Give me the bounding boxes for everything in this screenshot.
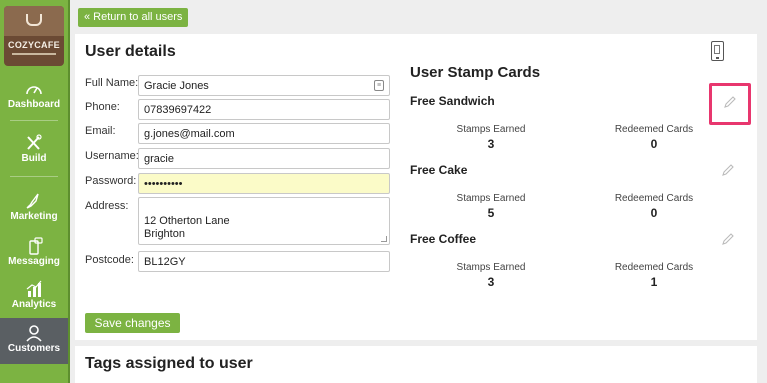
stamps-earned-value: 5	[487, 206, 495, 220]
redeemed-cards-label: Redeemed Cards	[614, 193, 694, 204]
sidebar-item-label: Build	[21, 153, 47, 164]
pencil-icon[interactable]	[720, 162, 736, 178]
cozycafe-logo[interactable]: COZYCAFE	[4, 6, 64, 66]
stamps-earned-label: Stamps Earned	[456, 262, 526, 273]
redeemed-cards-value: 0	[650, 206, 658, 220]
user-details-title: User details	[85, 43, 176, 60]
resize-handle[interactable]	[381, 236, 387, 242]
coffee-cup-icon	[26, 14, 42, 26]
stamps-earned-value: 3	[487, 275, 495, 289]
logo-text: COZYCAFE	[8, 40, 60, 50]
return-to-users-button[interactable]: « Return to all users	[78, 8, 189, 27]
phone-input[interactable]: 07839697422	[138, 99, 390, 120]
sidebar-item-build[interactable]: Build	[0, 134, 68, 164]
address-textarea[interactable]: 12 Otherton Lane Brighton	[138, 197, 390, 245]
password-label: Password:	[85, 175, 137, 187]
stamps-earned-label: Stamps Earned	[456, 124, 526, 135]
gauge-icon	[26, 86, 42, 95]
pencil-icon[interactable]	[720, 231, 736, 247]
email-input[interactable]: g.jones@mail.com	[138, 123, 390, 144]
address-label: Address:	[85, 200, 129, 212]
address-value: 12 Otherton Lane Brighton	[144, 215, 230, 240]
mobile-preview-icon[interactable]	[711, 41, 724, 61]
card-name: Free Coffee	[410, 232, 477, 246]
user-icon	[26, 325, 42, 342]
postcode-label: Postcode:	[85, 254, 134, 266]
postcode-input[interactable]: BL12GY	[138, 251, 390, 272]
stamp-cards-title: User Stamp Cards	[410, 64, 541, 81]
redeemed-cards-label: Redeemed Cards	[614, 262, 694, 273]
chart-icon	[26, 280, 42, 297]
sidebar: COZYCAFE Dashboard Build Marketing Messa…	[0, 0, 68, 383]
sidebar-item-customers[interactable]: Customers	[0, 318, 68, 364]
sidebar-item-label: Marketing	[10, 211, 58, 222]
full-name-value: Gracie Jones	[144, 80, 209, 92]
password-input[interactable]: ••••••••••	[138, 173, 390, 194]
save-changes-button[interactable]: Save changes	[85, 313, 180, 333]
pencil-icon[interactable]	[722, 94, 738, 110]
full-name-input[interactable]: Gracie Jones ≡	[138, 75, 390, 96]
sidebar-item-label: Dashboard	[7, 99, 61, 110]
email-label: Email:	[85, 125, 116, 137]
contact-card-icon[interactable]: ≡	[374, 80, 384, 91]
username-label: Username:	[85, 150, 139, 162]
redeemed-cards-value: 1	[650, 275, 658, 289]
sidebar-item-marketing[interactable]: Marketing	[0, 192, 68, 222]
sidebar-item-label: Analytics	[11, 299, 57, 310]
phone-message-icon	[29, 237, 43, 255]
sidebar-item-analytics[interactable]: Analytics	[0, 280, 68, 310]
stamps-earned-label: Stamps Earned	[456, 193, 526, 204]
card-name: Free Sandwich	[410, 94, 495, 108]
stamps-earned-value: 3	[487, 137, 495, 151]
card-name: Free Cake	[410, 163, 468, 177]
redeemed-cards-label: Redeemed Cards	[614, 124, 694, 135]
sidebar-item-dashboard[interactable]: Dashboard	[0, 80, 68, 110]
tags-title: Tags assigned to user	[85, 355, 253, 372]
tools-icon	[27, 134, 42, 150]
sidebar-item-label: Messaging	[8, 256, 60, 267]
full-name-label: Full Name:	[85, 77, 139, 89]
sidebar-border	[68, 0, 70, 383]
redeemed-cards-value: 0	[650, 137, 658, 151]
username-input[interactable]: gracie	[138, 148, 390, 169]
phone-label: Phone:	[85, 101, 120, 113]
sidebar-item-label: Customers	[7, 343, 61, 354]
sidebar-item-messaging[interactable]: Messaging	[0, 237, 68, 267]
topbar: « Return to all users	[70, 0, 757, 32]
rocket-icon	[26, 193, 39, 209]
